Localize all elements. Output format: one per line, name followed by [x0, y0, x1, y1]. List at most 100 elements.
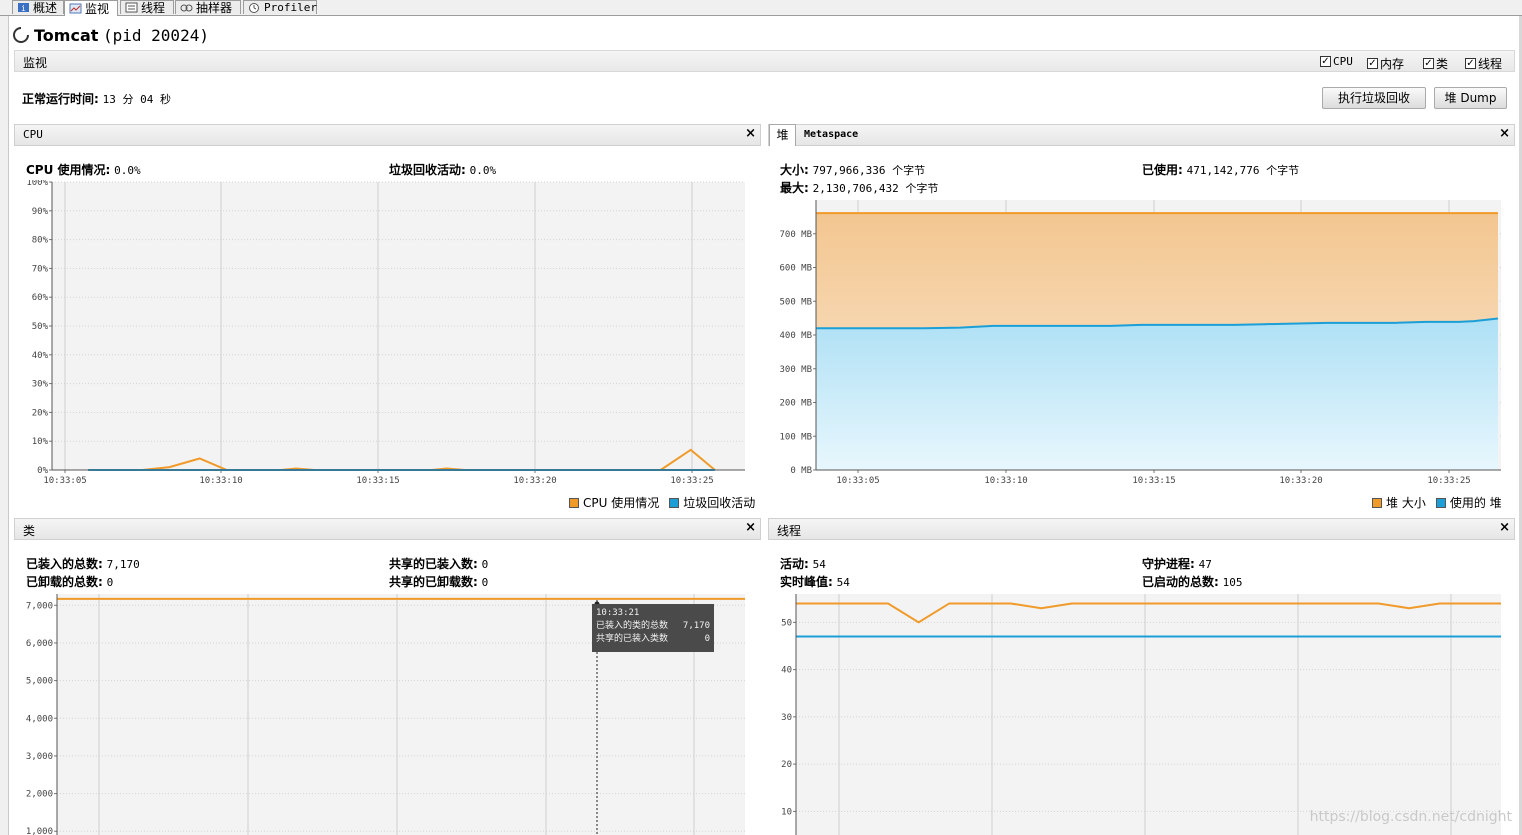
x-tick-label: 10:33:05 — [43, 476, 86, 486]
x-tick-label: 10:33:10 — [984, 476, 1027, 486]
close-icon[interactable]: × — [745, 126, 756, 141]
y-tick-label: 400 MB — [779, 331, 812, 341]
live-threads-stat: 活动: 54 — [780, 557, 826, 571]
y-tick-label: 5,000 — [26, 677, 53, 687]
y-tick-label: 90% — [32, 207, 49, 217]
y-tick-label: 60% — [32, 293, 49, 303]
close-icon[interactable]: × — [1499, 520, 1510, 535]
heap-used-stat: 已使用: 471,142,776 个字节 — [1142, 163, 1300, 177]
classes-tooltip: 10:33:21 已装入的类的总数 7,170 共享的已装入类数 0 — [592, 604, 714, 652]
legend-swatch-cpu — [569, 497, 579, 508]
y-tick-label: 200 MB — [779, 399, 812, 409]
cpu-chart: 0% 10% 20% 30% 40% 50% 60% 70% 80% 90% 100% 10:33:0… — [26, 180, 745, 486]
y-tick-label: 70% — [32, 264, 49, 274]
y-tick-label: 1,000 — [26, 827, 53, 835]
close-icon[interactable]: × — [745, 520, 756, 535]
heap-size-stat: 大小: 797,966,336 个字节 — [780, 163, 926, 177]
svg-text:i: i — [21, 4, 26, 13]
tab-heap[interactable]: 堆 — [769, 124, 796, 146]
daemon-threads-stat: 守护进程: 47 — [1142, 557, 1212, 571]
panel-title: 线程 — [777, 524, 802, 538]
y-tick-label: 80% — [32, 236, 49, 246]
y-tick-label: 2,000 — [26, 790, 53, 800]
tab-metaspace[interactable]: Metaspace — [804, 129, 858, 140]
checkbox-cpu[interactable]: ✓ CPU — [1320, 55, 1353, 68]
x-tick-label: 10:33:10 — [199, 476, 242, 486]
app-title: Tomcat — [34, 26, 99, 45]
x-tick-label: 10:33:25 — [670, 476, 713, 486]
panel-title: 类 — [23, 524, 36, 538]
heap-max-stat: 最大: 2,130,706,432 个字节 — [780, 181, 939, 195]
legend-swatch-heap-used — [1435, 497, 1446, 508]
y-tick-label: 0 MB — [790, 466, 812, 476]
classes-panel-header: 类 × — [14, 518, 761, 540]
legend-swatch-gc — [669, 497, 680, 508]
check-icon: ✓ — [1367, 58, 1378, 69]
checkbox-threads[interactable]: ✓ 线程 — [1465, 55, 1502, 72]
checkbox-memory[interactable]: ✓ 内存 — [1367, 55, 1404, 72]
uptime: 正常运行时间: 13 分 04 秒 — [22, 92, 171, 106]
y-tick-label: 7,000 — [26, 601, 53, 611]
y-tick-label: 10% — [32, 437, 49, 447]
x-tick-label: 10:33:20 — [1279, 476, 1322, 486]
tab-label: 抽样器 — [196, 0, 233, 15]
tab-label: 概述 — [33, 0, 58, 15]
tab-monitor[interactable]: 监视 — [64, 0, 118, 16]
area-fill-1 — [816, 318, 1498, 470]
y-tick-label: 50 — [781, 618, 792, 628]
y-tick-label: 300 MB — [779, 365, 812, 375]
cpu-panel-header: CPU × — [14, 124, 761, 146]
y-tick-label: 40% — [32, 351, 49, 361]
check-icon: ✓ — [1465, 58, 1476, 69]
shared-loaded-stat: 共享的已装入数: 0 — [389, 557, 489, 571]
heap-chart: 0 MB 100 MB 200 MB 300 MB 400 MB 500 MB 600 MB… — [779, 200, 1501, 486]
perform-gc-button[interactable]: 执行垃圾回收 — [1322, 87, 1426, 109]
tab-label: 监视 — [85, 1, 110, 16]
heap-dump-button[interactable]: 堆 Dump — [1434, 87, 1507, 109]
panel-title: CPU — [23, 128, 43, 141]
close-icon[interactable]: × — [1499, 126, 1510, 141]
y-tick-label: 3,000 — [26, 752, 53, 762]
y-tick-label: 20 — [781, 760, 792, 770]
heap-panel-header: 堆 Metaspace × — [768, 124, 1515, 146]
started-threads-stat: 已启动的总数: 105 — [1142, 575, 1243, 589]
tab-bar: i 概述 监视 线程 抽样器 Profiler — [0, 0, 1522, 16]
checkbox-classes[interactable]: ✓ 类 — [1423, 55, 1448, 72]
cpu-legend: CPU 使用情况 垃圾回收活动 — [569, 494, 755, 511]
loading-spinner-icon — [13, 27, 29, 43]
shared-unloaded-stat: 共享的已卸载数: 0 — [389, 575, 489, 589]
monitor-icon — [69, 3, 82, 14]
profiler-icon — [248, 2, 261, 13]
y-tick-label: 40 — [781, 666, 792, 676]
heap-legend: 堆 大小 使用的 堆 — [1372, 494, 1502, 511]
tab-threads[interactable]: 线程 — [120, 0, 174, 15]
watermark: https://blog.csdn.net/cdnight — [1309, 809, 1512, 825]
y-tick-label: 0% — [37, 466, 48, 476]
threads-panel-header: 线程 × — [768, 518, 1515, 540]
threads-icon — [125, 2, 138, 13]
x-tick-label: 10:33:25 — [1427, 476, 1470, 486]
y-tick-label: 6,000 — [26, 639, 53, 649]
unloaded-total-stat: 已卸载的总数: 0 — [26, 575, 114, 589]
tab-label: 线程 — [141, 0, 166, 15]
tab-sampler[interactable]: 抽样器 — [175, 0, 241, 15]
y-tick-label: 700 MB — [779, 230, 812, 240]
tab-profiler[interactable]: Profiler — [243, 0, 317, 14]
tab-overview[interactable]: i 概述 — [12, 0, 64, 15]
x-tick-label: 10:33:15 — [356, 476, 399, 486]
monitor-section-bar: 监视 ✓ CPU ✓ 内存 ✓ 类 ✓ 线程 — [14, 50, 1515, 72]
x-tick-label: 10:33:20 — [513, 476, 556, 486]
app-pid: (pid 20024) — [103, 26, 209, 45]
y-tick-label: 4,000 — [26, 714, 53, 724]
y-tick-label: 50% — [32, 322, 49, 332]
y-tick-label: 500 MB — [779, 297, 812, 307]
legend-swatch-heap-size — [1372, 497, 1382, 508]
check-icon: ✓ — [1423, 58, 1434, 69]
threads-chart: 10 20 30 40 50 — [781, 594, 1501, 835]
y-tick-label: 600 MB — [779, 264, 812, 274]
x-tick-label: 10:33:15 — [1132, 476, 1175, 486]
y-tick-label: 100% — [26, 180, 48, 188]
gc-activity-stat: 垃圾回收活动: 0.0% — [389, 163, 497, 177]
y-tick-label: 10 — [781, 807, 792, 817]
x-tick-label: 10:33:05 — [836, 476, 879, 486]
